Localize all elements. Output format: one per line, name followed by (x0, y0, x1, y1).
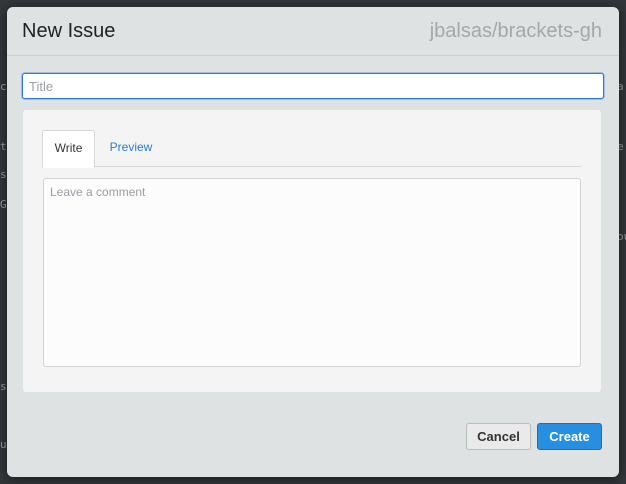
comment-editor-panel: Write Preview (23, 110, 601, 392)
backdrop-text: s (0, 380, 7, 393)
comment-textarea[interactable] (43, 178, 581, 367)
cancel-button[interactable]: Cancel (466, 423, 531, 450)
tab-write[interactable]: Write (42, 130, 95, 168)
backdrop-text: u (0, 438, 7, 451)
issue-title-input[interactable] (22, 73, 604, 99)
new-issue-dialog: New Issue jbalsas/brackets-gh Write Prev… (7, 7, 619, 477)
dialog-title: New Issue (22, 20, 116, 42)
dialog-header: New Issue jbalsas/brackets-gh (7, 7, 619, 56)
backdrop-text: c (0, 80, 7, 93)
backdrop-text: t (0, 140, 7, 153)
tab-preview[interactable]: Preview (100, 130, 162, 167)
create-button[interactable]: Create (537, 423, 602, 450)
repo-name: jbalsas/brackets-gh (429, 20, 602, 42)
editor-tabs: Write Preview (42, 130, 581, 168)
backdrop-text: s (0, 168, 7, 181)
backdrop-text: G (0, 198, 7, 211)
